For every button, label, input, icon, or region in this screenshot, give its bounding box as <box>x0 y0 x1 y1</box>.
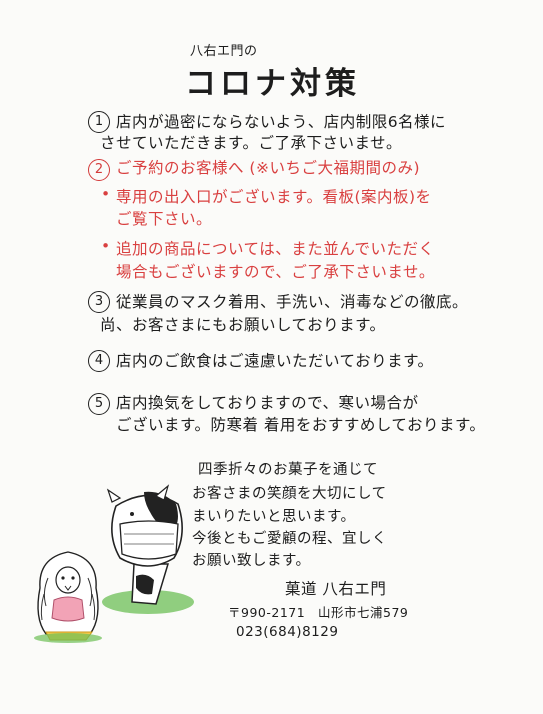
phone-number: 023(684)8129 <box>236 624 339 640</box>
item-5-line-1: 店内換気をしておりますので、寒い場合が <box>116 394 419 412</box>
closing-line-5: お願い致します。 <box>192 553 311 569</box>
bullet-dot: • <box>101 185 111 203</box>
item-2-bullet-2-line-2: 場合もございますので、ご了承下さいませ。 <box>116 263 435 281</box>
item-1-line-2: させていただきます。ご了承下さいませ。 <box>100 134 402 152</box>
item-2-bullet-2-line-1: 追加の商品については、また並んでいただく <box>116 240 435 258</box>
closing-line-2: お客さまの笑顔を大切にして <box>192 486 387 502</box>
bullet-dot: • <box>101 237 111 255</box>
amabie-illustration <box>34 551 102 643</box>
item-number-4: 4 <box>88 350 110 372</box>
page-title: コロナ対策 <box>185 66 360 102</box>
item-2-heading: ご予約のお客様へ (※いちご大福期間のみ) <box>116 159 421 177</box>
notice-page: 八右エ門の コロナ対策 1 店内が過密にならないよう、店内制限6名様に させてい… <box>0 0 543 714</box>
shop-name-small: 八右エ門の <box>190 44 258 59</box>
closing-line-4: 今後ともご愛顧の程、宜しく <box>192 531 387 547</box>
signature: 菓道 八右エ門 <box>285 580 387 598</box>
address-location: 山形市七浦579 <box>318 605 409 620</box>
item-1-line-1: 店内が過密にならないよう、店内制限6名様に <box>116 113 447 131</box>
masked-cow-illustration <box>102 484 194 614</box>
item-3-line-2: 尚、お客さまにもお願いしております。 <box>100 316 386 334</box>
item-3-line-1: 従業員のマスク着用、手洗い、消毒などの徹底。 <box>116 293 469 311</box>
item-number-5: 5 <box>88 393 110 415</box>
closing-line-1: 四季折々のお菓子を通じて <box>198 462 378 478</box>
item-2-bullet-1-line-1: 専用の出入口がございます。看板(案内板)を <box>116 188 432 206</box>
item-number-1: 1 <box>88 111 110 133</box>
item-2-bullet-1-line-2: ご覧下さい。 <box>116 210 213 228</box>
item-5-line-2: ございます。防寒着 着用をおすすめしております。 <box>116 416 486 434</box>
item-4-line-1: 店内のご飲食はご遠慮いただいております。 <box>116 352 434 370</box>
closing-line-3: まいりたいと思います。 <box>192 509 356 525</box>
item-number-2: 2 <box>88 159 110 181</box>
postal-code: 〒990-2171 <box>228 605 306 620</box>
item-number-3: 3 <box>88 291 110 313</box>
